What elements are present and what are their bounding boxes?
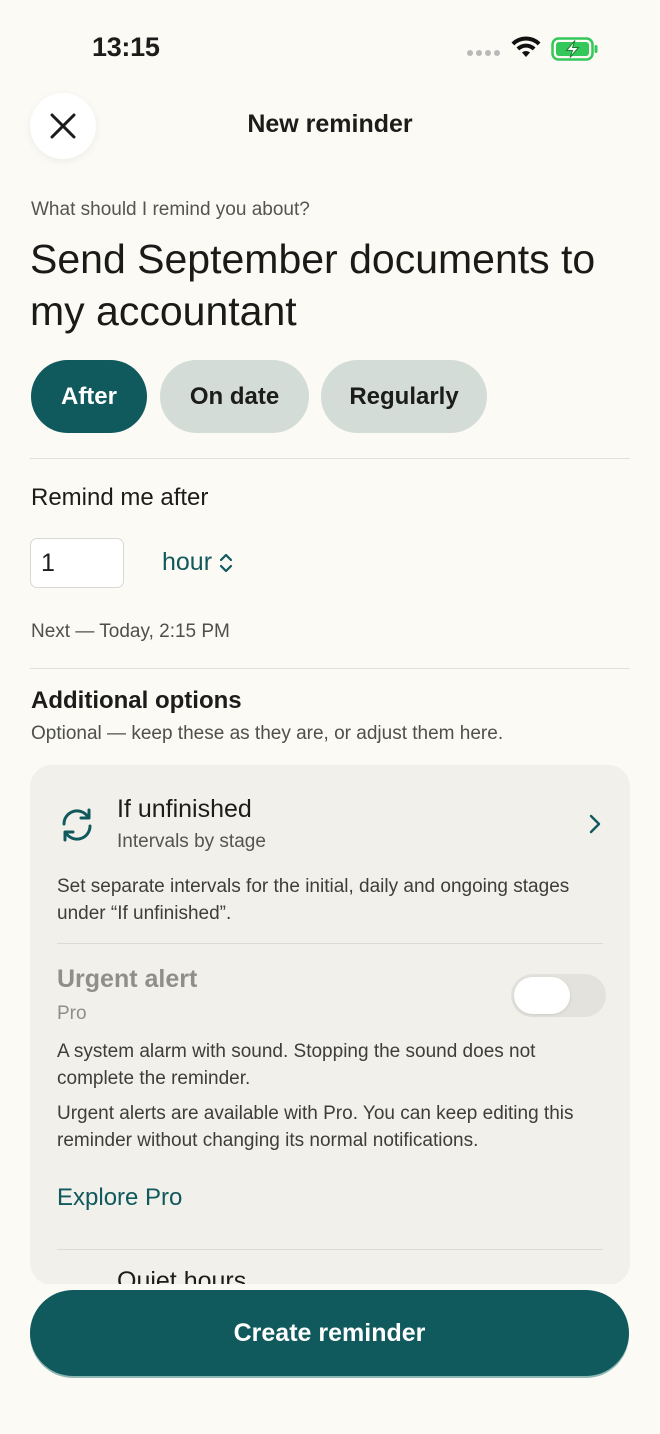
refresh-icon <box>58 806 96 849</box>
urgent-alert-title: Urgent alert <box>57 965 198 993</box>
page-title: New reminder <box>247 110 413 138</box>
options-card: If unfinished Intervals by stage Set sep… <box>30 765 630 1285</box>
remind-after-label: Remind me after <box>31 484 209 511</box>
card-divider <box>57 1249 603 1250</box>
mode-after-button[interactable]: After <box>31 360 147 433</box>
reminder-text-input[interactable]: Send September documents to my accountan… <box>30 233 630 337</box>
mode-on-date-button[interactable]: On date <box>160 360 309 433</box>
chevron-up-down-icon <box>219 553 233 572</box>
wifi-icon <box>510 36 542 65</box>
additional-options-title: Additional options <box>31 687 242 714</box>
urgent-alert-toggle[interactable] <box>511 974 606 1017</box>
if-unfinished-subtitle: Intervals by stage <box>117 831 266 852</box>
toggle-knob <box>514 977 570 1014</box>
battery-icon <box>551 37 599 66</box>
quiet-hours-title[interactable]: Quiet hours <box>117 1267 246 1285</box>
explore-pro-link[interactable]: Explore Pro <box>57 1184 182 1212</box>
divider <box>30 458 630 459</box>
unit-select[interactable]: hour <box>162 548 234 577</box>
if-unfinished-title[interactable]: If unfinished <box>117 795 252 824</box>
chevron-right-icon[interactable] <box>588 813 602 840</box>
additional-options-subtitle: Optional — keep these as they are, or ad… <box>31 723 504 744</box>
pro-badge: Pro <box>57 1003 87 1024</box>
status-time: 13:15 <box>92 32 160 62</box>
reminder-prompt-label: What should I remind you about? <box>31 199 310 220</box>
next-occurrence-text: Next — Today, 2:15 PM <box>31 621 230 642</box>
urgent-alert-description: A system alarm with sound. Stopping the … <box>57 1041 536 1089</box>
unit-select-value: hour <box>162 548 213 576</box>
mode-regularly-button[interactable]: Regularly <box>321 360 487 433</box>
urgent-alert-pro-description: Urgent alerts are available with Pro. Yo… <box>57 1103 574 1151</box>
divider <box>30 668 630 669</box>
create-reminder-button[interactable]: Create reminder <box>30 1290 629 1376</box>
cellular-signal-icon <box>467 50 500 56</box>
amount-input[interactable]: 1 <box>30 538 124 588</box>
if-unfinished-description: Set separate intervals for the initial, … <box>57 876 570 924</box>
card-divider <box>57 943 603 944</box>
